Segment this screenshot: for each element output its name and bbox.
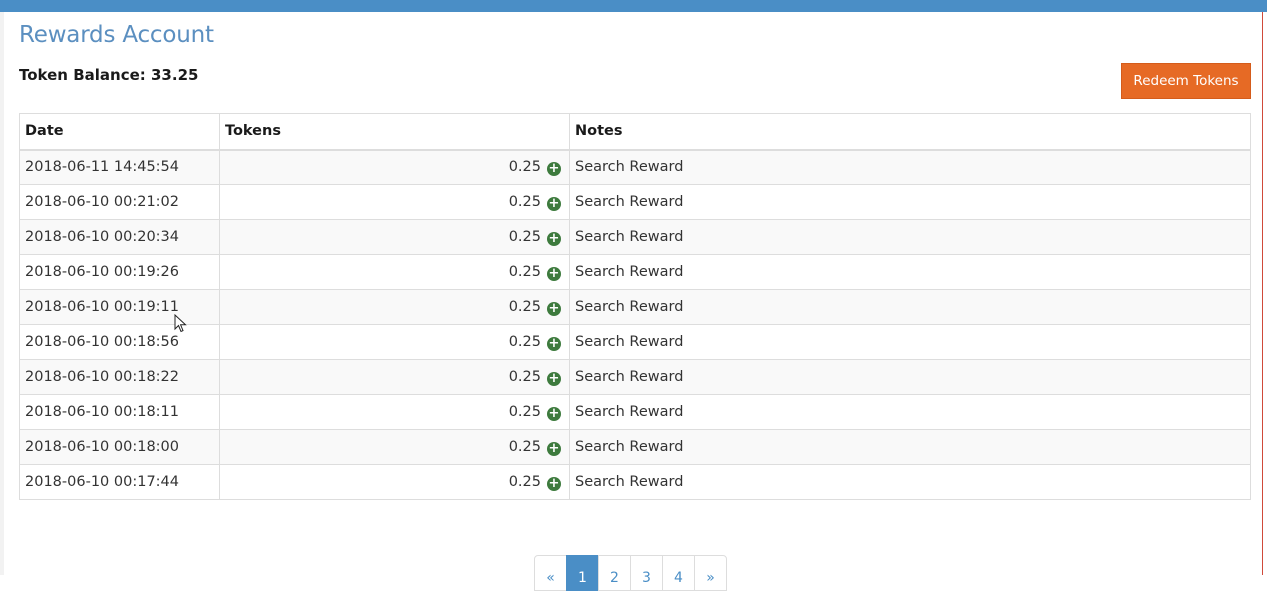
mouse-cursor-icon xyxy=(174,314,187,333)
redeem-tokens-button[interactable]: Redeem Tokens xyxy=(1121,63,1251,99)
row-notes: Search Reward xyxy=(569,219,1251,255)
table-row: 2018-06-10 00:18:00 0.25 + Search Reward xyxy=(19,429,1251,465)
row-tokens: 0.25 xyxy=(508,263,541,280)
plus-circle-icon: + xyxy=(547,195,561,211)
table-row: 2018-06-11 14:45:54 0.25 + Search Reward xyxy=(19,149,1251,185)
plus-circle-icon: + xyxy=(547,335,561,351)
row-tokens-cell: 0.25 + xyxy=(219,219,570,255)
pagination-page-2[interactable]: 2 xyxy=(598,555,631,591)
row-tokens: 0.25 xyxy=(508,333,541,350)
row-tokens: 0.25 xyxy=(508,368,541,385)
row-notes: Search Reward xyxy=(569,324,1251,360)
row-tokens-cell: 0.25 + xyxy=(219,184,570,220)
pagination-next[interactable]: » xyxy=(694,555,727,591)
row-notes: Search Reward xyxy=(569,254,1251,290)
column-header-notes[interactable]: Notes xyxy=(569,113,1251,151)
row-tokens: 0.25 xyxy=(508,403,541,420)
table-body: 2018-06-11 14:45:54 0.25 + Search Reward 201… xyxy=(19,149,1251,500)
token-balance: Token Balance: 33.25 xyxy=(19,66,198,84)
plus-circle-icon: + xyxy=(547,160,561,176)
row-tokens-cell: 0.25 + xyxy=(219,359,570,395)
row-notes: Search Reward xyxy=(569,429,1251,465)
plus-circle-icon: + xyxy=(547,475,561,491)
row-tokens: 0.25 xyxy=(508,473,541,490)
table-row: 2018-06-10 00:21:02 0.25 + Search Reward xyxy=(19,184,1251,220)
row-date: 2018-06-10 00:19:11 xyxy=(19,289,220,325)
row-tokens: 0.25 xyxy=(508,193,541,210)
top-nav-bar xyxy=(0,0,1267,12)
column-header-tokens[interactable]: Tokens xyxy=(219,113,570,151)
table-row: 2018-06-10 00:19:26 0.25 + Search Reward xyxy=(19,254,1251,290)
token-balance-label: Token Balance: xyxy=(19,66,146,84)
page-title: Rewards Account xyxy=(19,22,214,48)
row-tokens-cell: 0.25 + xyxy=(219,394,570,430)
plus-circle-icon: + xyxy=(547,440,561,456)
token-balance-value: 33.25 xyxy=(151,66,199,84)
row-date: 2018-06-10 00:18:56 xyxy=(19,324,220,360)
row-tokens: 0.25 xyxy=(508,158,541,175)
row-notes: Search Reward xyxy=(569,184,1251,220)
pagination-page-1[interactable]: 1 xyxy=(566,555,599,591)
row-tokens: 0.25 xyxy=(508,438,541,455)
row-date: 2018-06-11 14:45:54 xyxy=(19,149,220,185)
row-notes: Search Reward xyxy=(569,394,1251,430)
table-row: 2018-06-10 00:18:22 0.25 + Search Reward xyxy=(19,359,1251,395)
table-row: 2018-06-10 00:20:34 0.25 + Search Reward xyxy=(19,219,1251,255)
row-tokens-cell: 0.25 + xyxy=(219,254,570,290)
row-date: 2018-06-10 00:19:26 xyxy=(19,254,220,290)
pagination-page-3[interactable]: 3 xyxy=(630,555,663,591)
plus-circle-icon: + xyxy=(547,265,561,281)
row-date: 2018-06-10 00:18:00 xyxy=(19,429,220,465)
plus-circle-icon: + xyxy=(547,370,561,386)
table-row: 2018-06-10 00:18:56 0.25 + Search Reward xyxy=(19,324,1251,360)
row-tokens: 0.25 xyxy=(508,228,541,245)
plus-circle-icon: + xyxy=(547,405,561,421)
plus-circle-icon: + xyxy=(547,230,561,246)
table-header-row: Date Tokens Notes xyxy=(19,113,1251,151)
page-left-edge xyxy=(0,12,4,575)
row-notes: Search Reward xyxy=(569,289,1251,325)
row-notes: Search Reward xyxy=(569,464,1251,500)
row-date: 2018-06-10 00:17:44 xyxy=(19,464,220,500)
row-tokens-cell: 0.25 + xyxy=(219,149,570,185)
pagination-prev[interactable]: « xyxy=(534,555,567,591)
transactions-table: Date Tokens Notes 2018-06-11 14:45:54 0.2… xyxy=(19,113,1251,500)
row-date: 2018-06-10 00:18:11 xyxy=(19,394,220,430)
row-tokens-cell: 0.25 + xyxy=(219,429,570,465)
row-notes: Search Reward xyxy=(569,149,1251,185)
row-notes: Search Reward xyxy=(569,359,1251,395)
plus-circle-icon: + xyxy=(547,300,561,316)
page-right-edge xyxy=(1262,12,1263,575)
pagination-page-4[interactable]: 4 xyxy=(662,555,695,591)
table-row: 2018-06-10 00:17:44 0.25 + Search Reward xyxy=(19,464,1251,500)
row-date: 2018-06-10 00:20:34 xyxy=(19,219,220,255)
column-header-date[interactable]: Date xyxy=(19,113,220,151)
row-date: 2018-06-10 00:21:02 xyxy=(19,184,220,220)
row-tokens-cell: 0.25 + xyxy=(219,464,570,500)
row-date: 2018-06-10 00:18:22 xyxy=(19,359,220,395)
pagination: « 1 2 3 4 » xyxy=(534,555,727,591)
table-row: 2018-06-10 00:19:11 0.25 + Search Reward xyxy=(19,289,1251,325)
row-tokens: 0.25 xyxy=(508,298,541,315)
row-tokens-cell: 0.25 + xyxy=(219,324,570,360)
row-tokens-cell: 0.25 + xyxy=(219,289,570,325)
table-row: 2018-06-10 00:18:11 0.25 + Search Reward xyxy=(19,394,1251,430)
